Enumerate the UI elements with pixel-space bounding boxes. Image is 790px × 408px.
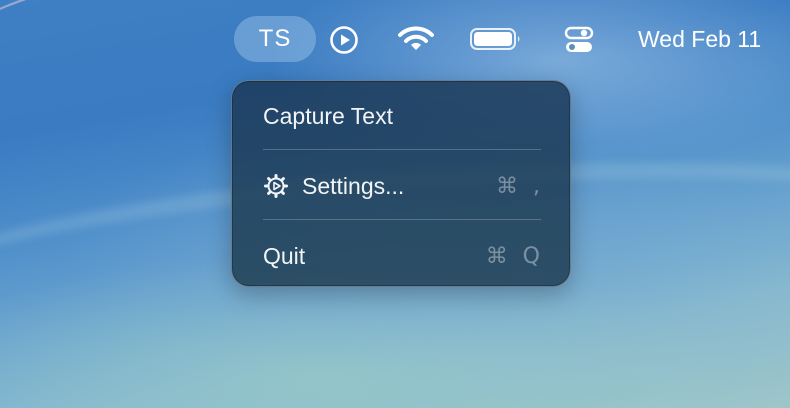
menu-item-label: Quit bbox=[263, 242, 306, 269]
menu-item-label: Capture Text bbox=[263, 102, 393, 129]
menu-separator bbox=[263, 149, 541, 150]
menu-item-label: Settings... bbox=[302, 172, 405, 199]
wifi-icon[interactable] bbox=[396, 22, 436, 56]
menu-bar: TS Wed Feb 11 bbox=[0, 0, 790, 76]
app-dropdown-menu: Capture Text Settings... ⌘ , Quit ⌘ Q bbox=[231, 80, 571, 287]
menu-separator bbox=[263, 219, 541, 220]
gear-icon bbox=[263, 173, 289, 199]
app-menu-extra-ts[interactable]: TS bbox=[234, 16, 316, 62]
menu-item-capture-text[interactable]: Capture Text bbox=[244, 88, 560, 144]
battery-icon[interactable] bbox=[468, 26, 524, 52]
menu-bar-clock[interactable]: Wed Feb 11 bbox=[638, 22, 761, 56]
keyboard-shortcut: ⌘ Q bbox=[485, 243, 544, 269]
desktop-wallpaper: TS Wed Feb 11 Capture Text Settings... ⌘… bbox=[0, 0, 790, 408]
keyboard-shortcut: ⌘ , bbox=[496, 173, 544, 199]
menu-item-settings[interactable]: Settings... ⌘ , bbox=[244, 158, 560, 214]
play-icon[interactable] bbox=[326, 22, 362, 58]
menu-item-quit[interactable]: Quit ⌘ Q bbox=[244, 228, 560, 284]
control-center-icon[interactable] bbox=[562, 24, 596, 56]
